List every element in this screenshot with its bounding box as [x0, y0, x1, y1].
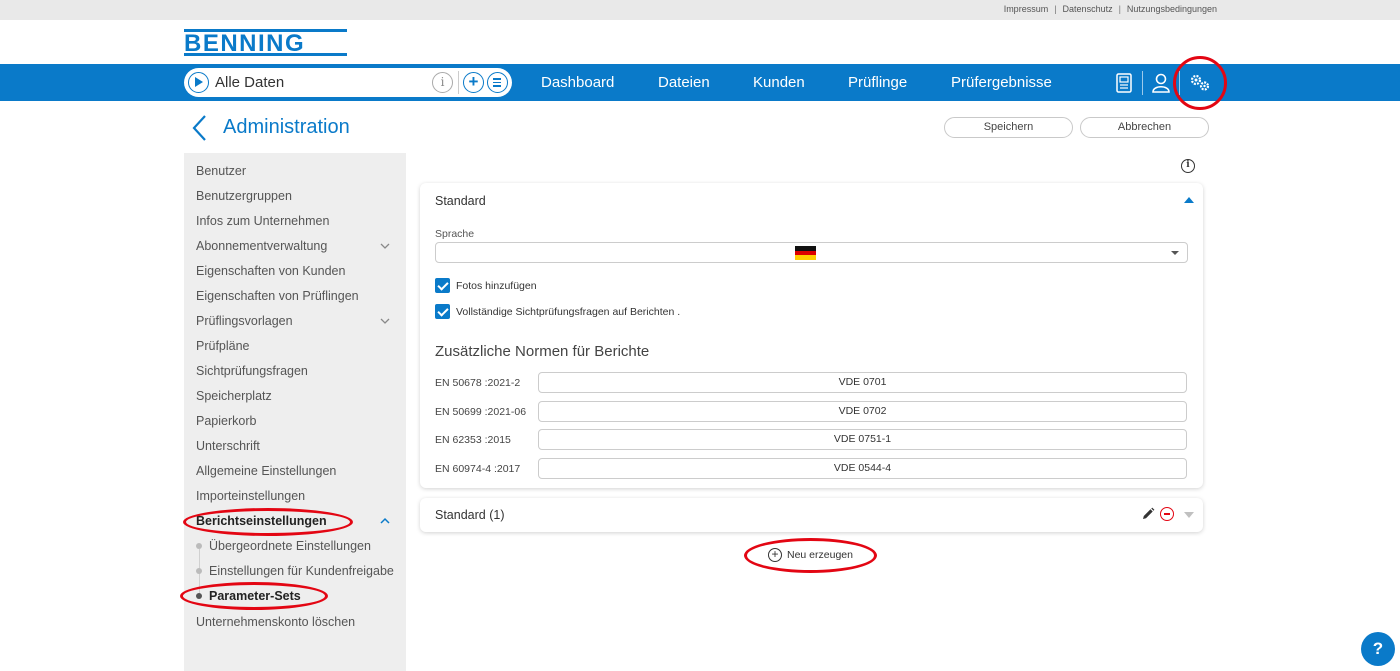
data-scope-search[interactable]: Alle Daten i + — [184, 68, 512, 97]
link-impressum[interactable]: Impressum — [1004, 4, 1049, 14]
divider — [1179, 71, 1180, 95]
full-questions-checkbox-label[interactable]: Vollständige Sichtprüfungsfragen auf Ber… — [456, 306, 680, 318]
dropdown-arrow-icon[interactable] — [1171, 251, 1179, 255]
norm-field[interactable]: VDE 0702 — [538, 401, 1187, 422]
top-links: Impressum | Datenschutz | Nutzungsbeding… — [1004, 4, 1217, 14]
separator: | — [1118, 4, 1121, 14]
list-menu-icon[interactable] — [487, 72, 508, 93]
edit-pencil-icon[interactable] — [1141, 507, 1155, 521]
sidebar-item-infos[interactable]: Infos zum Unternehmen — [196, 214, 329, 228]
play-icon[interactable] — [188, 72, 209, 93]
bullet-active — [196, 593, 202, 599]
sidebar-item-abonnement[interactable]: Abonnementverwaltung — [196, 239, 327, 253]
sidebar-subitem-uebergeordnete[interactable]: Übergeordnete Einstellungen — [209, 539, 371, 553]
sidebar-item-prueflingsvorlagen[interactable]: Prüflingsvorlagen — [196, 314, 293, 328]
info-icon[interactable]: i — [1181, 159, 1195, 173]
settings-gears-icon[interactable] — [1188, 70, 1212, 96]
page-title: Administration — [223, 116, 350, 138]
sidebar-item-allgemeine-einstellungen[interactable]: Allgemeine Einstellungen — [196, 464, 336, 478]
norm-field[interactable]: VDE 0544-4 — [538, 458, 1187, 479]
bullet — [196, 568, 202, 574]
nav-pruefergebnisse[interactable]: Prüfergebnisse — [951, 74, 1052, 91]
sidebar-subitem-parameter-sets[interactable]: Parameter-Sets — [209, 589, 301, 603]
sidebar-item-pruefplaene[interactable]: Prüfpläne — [196, 339, 250, 353]
device-icon[interactable] — [1115, 70, 1133, 96]
divider — [458, 71, 459, 94]
sidebar-item-konto-loeschen[interactable]: Unternehmenskonto löschen — [196, 615, 355, 629]
photos-checkbox-label[interactable]: Fotos hinzufügen — [456, 280, 537, 292]
nav-dashboard[interactable]: Dashboard — [541, 74, 614, 91]
sidebar-subitem-kundenfreigabe[interactable]: Einstellungen für Kundenfreigabe — [209, 564, 394, 578]
info-icon[interactable]: i — [432, 72, 453, 93]
norm-label: EN 50678 :2021-2 — [435, 377, 521, 389]
admin-sidebar: Benutzer Benutzergruppen Infos zum Unter… — [184, 153, 406, 671]
link-nutzungsbedingungen[interactable]: Nutzungsbedingungen — [1127, 4, 1217, 14]
norm-field[interactable]: VDE 0701 — [538, 372, 1187, 393]
norm-field[interactable]: VDE 0751-1 — [538, 429, 1187, 450]
chevron-up-icon[interactable] — [380, 516, 390, 526]
user-icon[interactable] — [1151, 70, 1171, 96]
german-flag-icon — [795, 246, 816, 261]
language-select[interactable] — [435, 242, 1188, 263]
norm-label: EN 60974-4 :2017 — [435, 463, 521, 475]
link-datenschutz[interactable]: Datenschutz — [1063, 4, 1113, 14]
new-button-label[interactable]: Neu erzeugen — [787, 549, 853, 561]
bullet — [196, 543, 202, 549]
nav-kunden[interactable]: Kunden — [753, 74, 805, 91]
benning-logo[interactable]: BENNING — [184, 29, 347, 56]
back-chevron-icon[interactable] — [191, 114, 207, 142]
top-utility-bar: Impressum | Datenschutz | Nutzungsbeding… — [0, 0, 1400, 20]
help-button[interactable]: ? — [1361, 632, 1395, 666]
card-title[interactable]: Standard — [435, 194, 486, 208]
logo-bar — [184, 53, 347, 56]
sidebar-item-kunden-eigenschaften[interactable]: Eigenschaften von Kunden — [196, 264, 345, 278]
divider — [1142, 71, 1143, 95]
norm-label: EN 50699 :2021-06 — [435, 406, 527, 418]
sidebar-item-speicherplatz[interactable]: Speicherplatz — [196, 389, 272, 403]
chevron-down-icon[interactable] — [380, 316, 390, 326]
collapse-icon[interactable] — [1184, 197, 1194, 203]
nav-dateien[interactable]: Dateien — [658, 74, 710, 91]
add-icon[interactable]: + — [463, 72, 484, 93]
logo-text: BENNING — [184, 30, 306, 57]
sidebar-item-unterschrift[interactable]: Unterschrift — [196, 439, 260, 453]
delete-minus-icon[interactable] — [1160, 507, 1174, 521]
chevron-down-icon[interactable] — [380, 241, 390, 251]
data-scope-label[interactable]: Alle Daten — [215, 74, 284, 91]
save-button[interactable]: Speichern — [944, 117, 1073, 138]
nav-prueflinge[interactable]: Prüflinge — [848, 74, 907, 91]
sidebar-item-prueflinge-eigenschaften[interactable]: Eigenschaften von Prüflingen — [196, 289, 359, 303]
sidebar-item-papierkorb[interactable]: Papierkorb — [196, 414, 256, 428]
parameter-set-card: Standard Sprache Fotos hinzufügen Vollst… — [420, 183, 1203, 488]
parameter-set-card-collapsed: Standard (1) — [420, 498, 1203, 532]
norm-label: EN 62353 :2015 — [435, 434, 511, 446]
sidebar-item-sichtpruefungsfragen[interactable]: Sichtprüfungsfragen — [196, 364, 308, 378]
expand-icon[interactable] — [1184, 512, 1194, 518]
norms-heading: Zusätzliche Normen für Berichte — [435, 343, 650, 360]
sidebar-item-berichtseinstellungen[interactable]: Berichtseinstellungen — [196, 514, 327, 528]
cancel-button[interactable]: Abbrechen — [1080, 117, 1209, 138]
sidebar-item-importeinstellungen[interactable]: Importeinstellungen — [196, 489, 305, 503]
language-label: Sprache — [435, 228, 475, 240]
add-circle-icon[interactable]: + — [768, 548, 782, 562]
sidebar-item-benutzergruppen[interactable]: Benutzergruppen — [196, 189, 292, 203]
photos-checkbox[interactable] — [435, 278, 450, 293]
separator: | — [1054, 4, 1057, 14]
full-questions-checkbox[interactable] — [435, 304, 450, 319]
card-title[interactable]: Standard (1) — [435, 508, 504, 522]
sidebar-item-benutzer[interactable]: Benutzer — [196, 164, 246, 178]
